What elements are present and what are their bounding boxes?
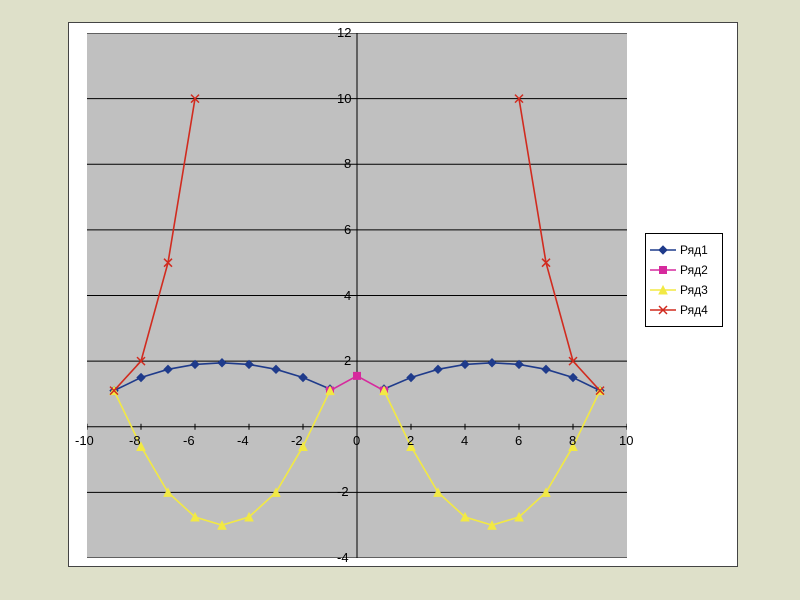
- plot-area: [87, 33, 627, 558]
- y-tick-label: -4: [337, 550, 349, 565]
- legend-label: Ряд2: [680, 263, 708, 277]
- y-tick-label: 10: [337, 91, 351, 106]
- y-tick-label: 4: [344, 288, 351, 303]
- legend-item: Ряд4: [650, 300, 718, 320]
- legend-label: Ряд3: [680, 283, 708, 297]
- x-tick-label: 6: [515, 433, 522, 448]
- y-tick-label: 2: [344, 353, 351, 368]
- legend-swatch-3: [650, 283, 676, 297]
- legend-swatch-4: [650, 303, 676, 317]
- x-tick-label: 4: [461, 433, 468, 448]
- legend-item: Ряд3: [650, 280, 718, 300]
- x-tick-label: 10: [619, 433, 633, 448]
- legend-swatch-2: [650, 263, 676, 277]
- legend-item: Ряд1: [650, 240, 718, 260]
- x-tick-label: 2: [407, 433, 414, 448]
- x-tick-label: 0: [353, 433, 360, 448]
- chart-frame: Ряд1 Ряд2 Ряд3 Ряд4 -10 -8 -6 -4 -2 0 2 4 6 8 10 -4…: [68, 22, 738, 567]
- plot-svg: [87, 33, 627, 558]
- legend-swatch-1: [650, 243, 676, 257]
- x-tick-label: -10: [75, 433, 94, 448]
- y-tick-label: 6: [344, 222, 351, 237]
- x-tick-label: -6: [183, 433, 195, 448]
- x-tick-label: -2: [291, 433, 303, 448]
- y-tick-label: 8: [344, 156, 351, 171]
- x-tick-label: -4: [237, 433, 249, 448]
- legend-label: Ряд4: [680, 303, 708, 317]
- legend: Ряд1 Ряд2 Ряд3 Ряд4: [645, 233, 723, 327]
- legend-item: Ряд2: [650, 260, 718, 280]
- x-tick-label: 8: [569, 433, 576, 448]
- x-tick-label: -8: [129, 433, 141, 448]
- y-tick-label: -2: [337, 484, 349, 499]
- y-tick-label: 12: [337, 25, 351, 40]
- legend-label: Ряд1: [680, 243, 708, 257]
